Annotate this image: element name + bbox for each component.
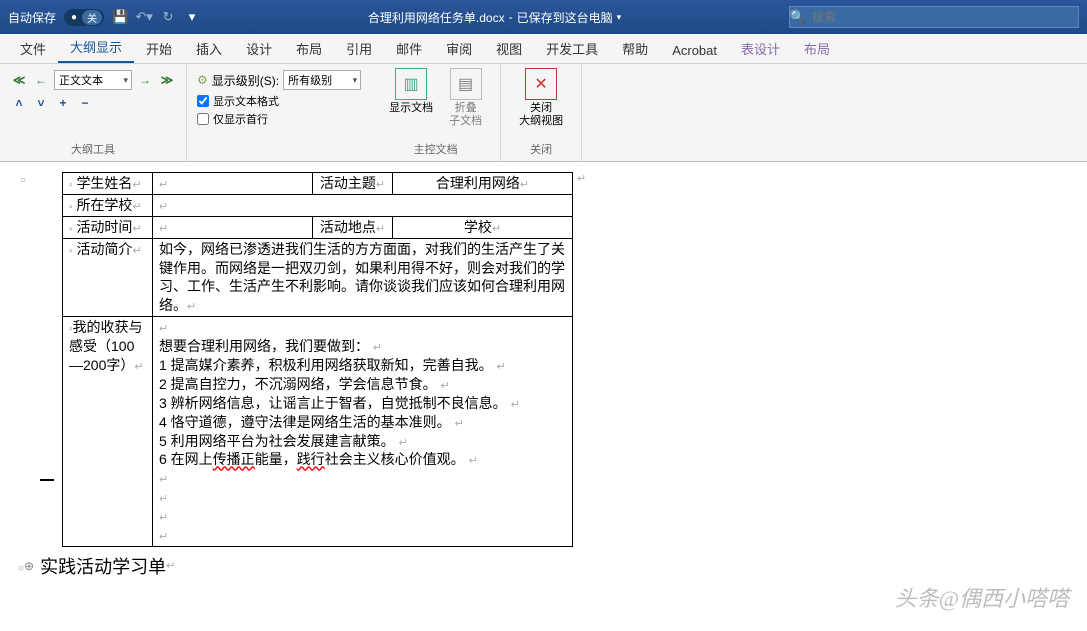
show-level-icon: ⚙	[197, 73, 208, 87]
text-cursor	[40, 479, 54, 481]
undo-icon[interactable]: ↶▾	[136, 9, 152, 25]
tab-insert[interactable]: 插入	[184, 33, 234, 63]
expand-icon[interactable]: +	[54, 94, 72, 112]
title-separator: -	[509, 10, 513, 24]
tab-review[interactable]: 审阅	[434, 33, 484, 63]
cell-label: 活动主题	[320, 175, 376, 191]
save-icon[interactable]: 💾	[112, 9, 128, 25]
group-outline-tools: ≪ ← 正文文本 → ≫ ˄ ˅ + − 大纲工具	[0, 64, 187, 161]
promote-icon[interactable]: ←	[32, 71, 50, 89]
show-first-line-input[interactable]	[197, 113, 209, 125]
show-document-button[interactable]: ▥ 显示文档	[381, 68, 441, 128]
redo-icon[interactable]: ↻	[160, 9, 176, 25]
search-icon: 🔍	[790, 9, 806, 25]
tab-outline[interactable]: 大纲显示	[58, 31, 134, 63]
tab-mailings[interactable]: 邮件	[384, 33, 434, 63]
title-bar: 自动保存 ●关 💾 ↶▾ ↻ ▾ 合理利用网络任务单.docx - 已保存到这台…	[0, 0, 1087, 34]
show-first-line-checkbox[interactable]: 仅显示首行	[197, 110, 361, 128]
show-level-label: 显示级别(S):	[212, 72, 279, 89]
move-down-icon[interactable]: ˅	[32, 94, 50, 112]
demote-icon[interactable]: →	[136, 71, 154, 89]
tab-table-layout[interactable]: 布局	[792, 33, 842, 63]
group-label-close: 关闭	[511, 139, 571, 157]
autosave-label: 自动保存	[8, 9, 56, 26]
group-label-outline-tools: 大纲工具	[10, 139, 176, 157]
collapse-subdoc-icon: ▤	[450, 68, 482, 100]
tab-home[interactable]: 开始	[134, 33, 184, 63]
close-outline-button[interactable]: ✕ 关闭 大纲视图	[511, 68, 571, 128]
collapse-icon[interactable]: −	[76, 94, 94, 112]
cell-label: 我的收获与感受（100—200字）	[69, 319, 143, 373]
show-text-format-input[interactable]	[197, 95, 209, 107]
tab-layout[interactable]: 布局	[284, 33, 334, 63]
saved-status: 已保存到这台电脑	[517, 9, 613, 26]
group-master-doc: ▥ 显示文档 ▤ 折叠 子文档 主控文档	[371, 64, 501, 161]
outline-level-combo[interactable]: 正文文本	[54, 70, 132, 90]
customize-qat-icon[interactable]: ▾	[184, 9, 200, 25]
tab-help[interactable]: 帮助	[610, 33, 660, 63]
cell-label: 所在学校	[76, 197, 132, 213]
cell-label: 学生姓名	[76, 175, 132, 191]
ribbon: ≪ ← 正文文本 → ≫ ˄ ˅ + − 大纲工具 ⚙ 显示级别(S): 所有级…	[0, 64, 1087, 162]
tab-references[interactable]: 引用	[334, 33, 384, 63]
cell-value: 合理利用网络	[436, 175, 520, 191]
tab-view[interactable]: 视图	[484, 33, 534, 63]
promote-to-heading1-icon[interactable]: ≪	[10, 71, 28, 89]
group-close: ✕ 关闭 大纲视图 关闭	[501, 64, 582, 161]
cell-label: 活动简介	[76, 241, 132, 257]
heading-text: 实践活动学习单	[40, 553, 166, 579]
table-row[interactable]: ▫ 学生姓名↵ ↵ 活动主题↵ 合理利用网络↵	[63, 173, 573, 195]
table-row[interactable]: ▫ 所在学校↵ ↵	[63, 194, 573, 216]
close-outline-icon: ✕	[525, 68, 557, 100]
cell-label: 活动时间	[76, 219, 132, 235]
table-row[interactable]: ▫ 活动简介↵ 如今，网络已渗透进我们生活的方方面面，对我们的生活产生了关键作用…	[63, 238, 573, 317]
outline-marker-icon: ○	[18, 563, 24, 574]
outline-heading-row[interactable]: ○ ⊕ 实践活动学习单 ↵	[46, 553, 1087, 579]
tab-file[interactable]: 文件	[8, 33, 58, 63]
group-label-master-doc: 主控文档	[381, 139, 490, 157]
demote-to-body-icon[interactable]: ≫	[158, 71, 176, 89]
group-show-options: ⚙ 显示级别(S): 所有级别 显示文本格式 仅显示首行	[187, 64, 371, 161]
document-title: 合理利用网络任务单.docx	[368, 9, 505, 26]
table-row[interactable]: ▫ 活动时间↵ ↵ 活动地点↵ 学校↵	[63, 216, 573, 238]
saved-dropdown-icon[interactable]: ▾	[617, 12, 622, 23]
watermark: 头条@偶西小嗒嗒	[895, 581, 1069, 613]
autosave-toggle[interactable]: ●关	[64, 9, 104, 26]
tab-acrobat[interactable]: Acrobat	[660, 37, 729, 63]
cell-value: 如今，网络已渗透进我们生活的方方面面，对我们的生活产生了关键作用。而网络是一把双…	[159, 241, 565, 314]
tab-design[interactable]: 设计	[234, 33, 284, 63]
document-area[interactable]: ○ ▫ 学生姓名↵ ↵ 活动主题↵ 合理利用网络↵ ▫ 所在学校↵ ↵ ▫ 活动…	[0, 162, 1087, 579]
tab-developer[interactable]: 开发工具	[534, 33, 610, 63]
show-text-format-checkbox[interactable]: 显示文本格式	[197, 92, 361, 110]
show-document-icon: ▥	[395, 68, 427, 100]
search-box[interactable]: 🔍	[789, 6, 1079, 28]
document-table[interactable]: ▫ 学生姓名↵ ↵ 活动主题↵ 合理利用网络↵ ▫ 所在学校↵ ↵ ▫ 活动时间…	[62, 172, 573, 547]
cell-value[interactable]: ↵ 想要合理利用网络，我们要做到： ↵ 1 提高媒介素养，积极利用网络获取新知，…	[153, 317, 573, 547]
ribbon-tabs: 文件 大纲显示 开始 插入 设计 布局 引用 邮件 审阅 视图 开发工具 帮助 …	[0, 34, 1087, 64]
search-input[interactable]	[806, 10, 1078, 24]
cell-value: 学校	[464, 219, 492, 235]
collapse-subdoc-button: ▤ 折叠 子文档	[441, 68, 490, 128]
table-row[interactable]: ▫我的收获与感受（100—200字）↵ ↵ 想要合理利用网络，我们要做到： ↵ …	[63, 317, 573, 547]
outline-expand-icon[interactable]: ⊕	[24, 559, 34, 573]
move-up-icon[interactable]: ˄	[10, 94, 28, 112]
outline-marker-icon: ○	[20, 175, 26, 186]
show-level-combo[interactable]: 所有级别	[283, 70, 361, 90]
tab-table-design[interactable]: 表设计	[729, 33, 792, 63]
cell-label: 活动地点	[320, 219, 376, 235]
